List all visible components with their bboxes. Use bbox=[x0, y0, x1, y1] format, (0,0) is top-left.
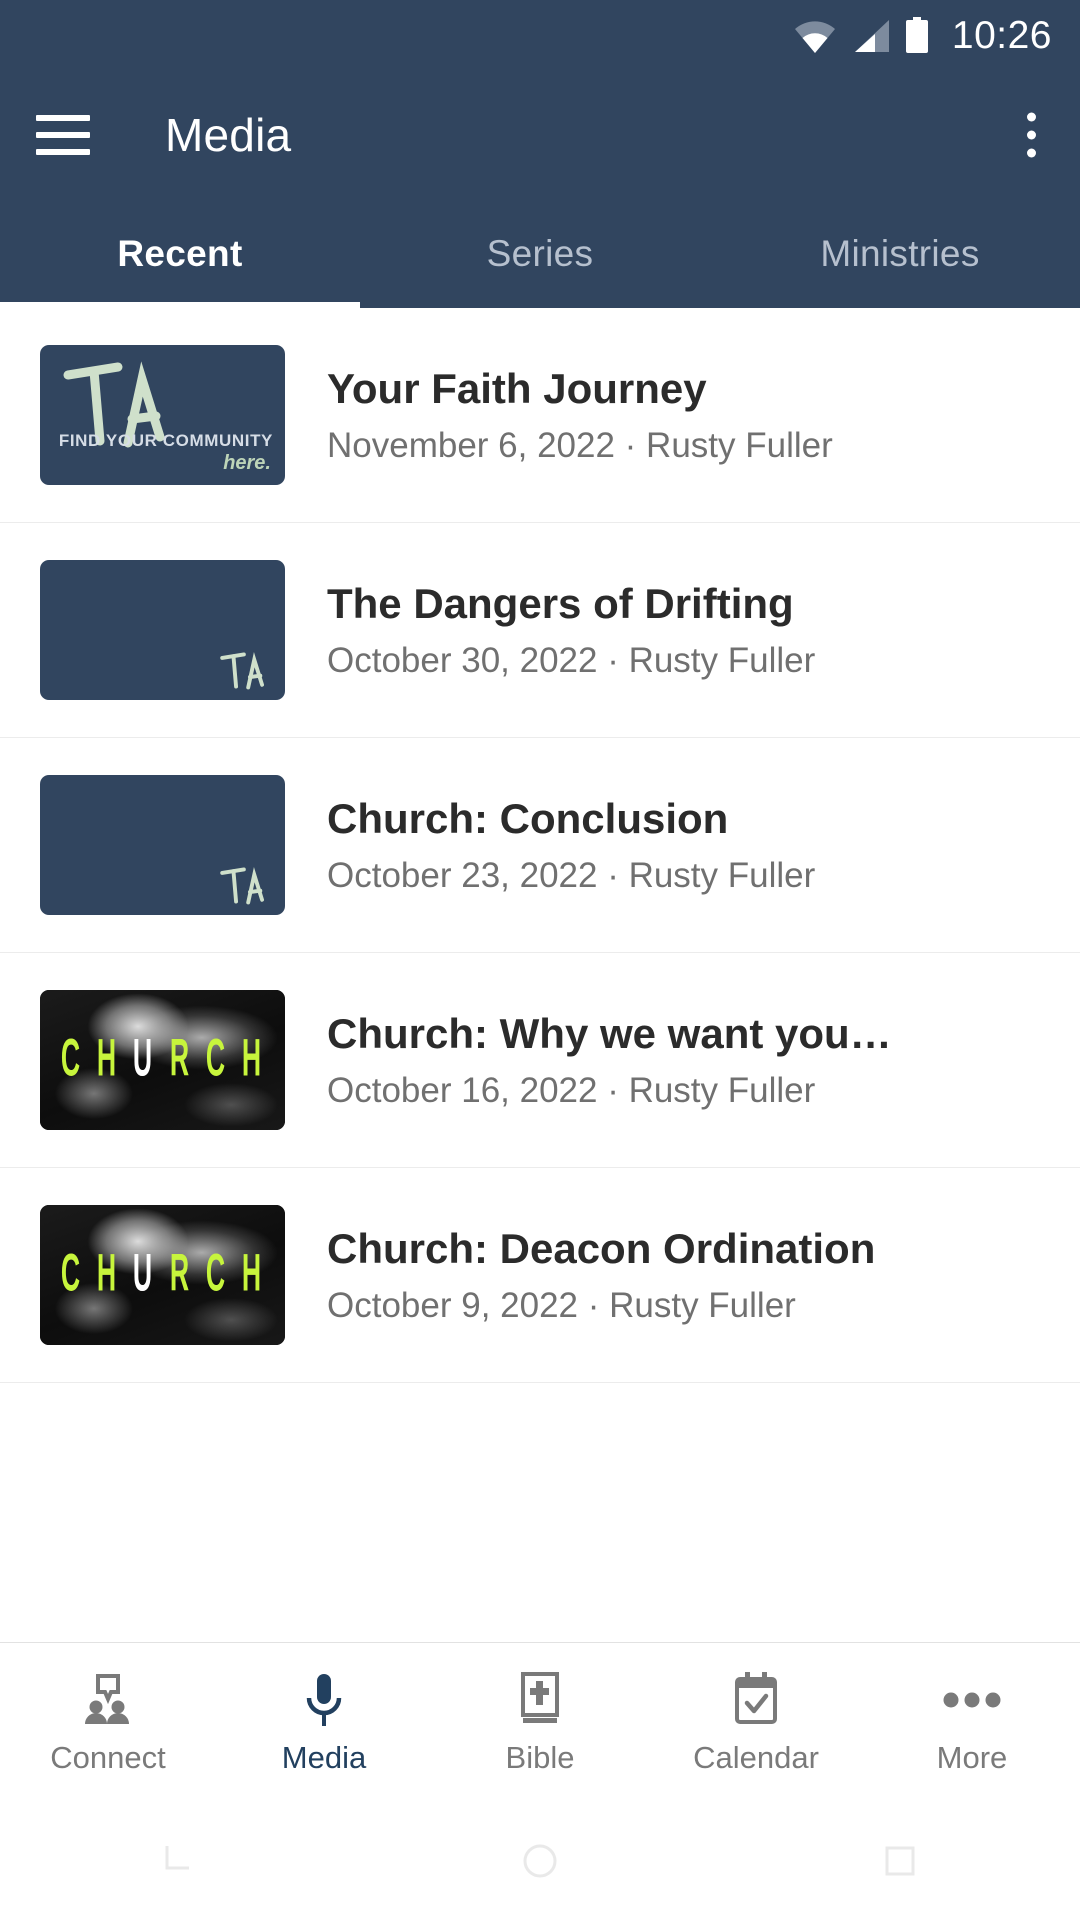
ta-logo-icon bbox=[220, 867, 265, 905]
list-item[interactable]: FIND YOUR COMMUNITY here. Your Faith Jou… bbox=[0, 308, 1080, 523]
list-item-subtitle: October 30, 2022 · Rusty Fuller bbox=[327, 641, 816, 681]
thumbnail-tagline-script: here. bbox=[223, 452, 271, 474]
list-item[interactable]: The Dangers of Drifting October 30, 2022… bbox=[0, 523, 1080, 738]
list-item-subtitle: October 23, 2022 · Rusty Fuller bbox=[327, 856, 816, 896]
tab-label: Ministries bbox=[820, 233, 980, 274]
tab-series[interactable]: Series bbox=[360, 200, 720, 308]
thumbnail-ta-small bbox=[40, 560, 285, 700]
android-home-icon[interactable] bbox=[517, 1838, 563, 1884]
thumbnail-church-art: CHURCH bbox=[40, 1205, 285, 1345]
nav-label: More bbox=[936, 1740, 1008, 1775]
list-item-subtitle: October 16, 2022 · Rusty Fuller bbox=[327, 1071, 816, 1111]
status-bar: 10:26 bbox=[0, 0, 1080, 70]
thumbnail-ta-small bbox=[40, 775, 285, 915]
list-item-title: Church: Deacon Ordination bbox=[327, 1224, 876, 1272]
calendar-check-icon bbox=[732, 1672, 780, 1728]
hamburger-menu-icon[interactable] bbox=[36, 115, 90, 155]
list-item[interactable]: Church: Conclusion October 23, 2022 · Ru… bbox=[0, 738, 1080, 953]
list-item-text: Church: Why we want you… October 16, 202… bbox=[327, 1009, 1040, 1112]
microphone-icon bbox=[302, 1672, 346, 1728]
app-bar: Media bbox=[0, 70, 1080, 200]
battery-full-icon bbox=[905, 17, 928, 53]
nav-label: Bible bbox=[505, 1740, 575, 1775]
list-item-text: Your Faith Journey November 6, 2022 · Ru… bbox=[327, 364, 1040, 467]
tab-label: Series bbox=[486, 233, 594, 274]
list-item-title: Church: Conclusion bbox=[327, 794, 729, 842]
android-back-icon[interactable] bbox=[157, 1838, 203, 1884]
android-recents-icon[interactable] bbox=[877, 1838, 923, 1884]
church-wordmark: CHURCH bbox=[61, 1244, 264, 1303]
tab-ministries[interactable]: Ministries bbox=[720, 200, 1080, 308]
nav-label: Calendar bbox=[693, 1740, 819, 1775]
tab-label: Recent bbox=[117, 233, 243, 274]
list-item-text: Church: Conclusion October 23, 2022 · Ru… bbox=[327, 794, 1040, 897]
nav-label: Connect bbox=[50, 1740, 166, 1775]
overflow-menu-icon[interactable] bbox=[1027, 112, 1036, 158]
thumbnail-tagline: FIND YOUR COMMUNITY bbox=[58, 431, 273, 450]
more-dots-icon bbox=[942, 1672, 1002, 1728]
list-item-title: Your Faith Journey bbox=[327, 364, 707, 412]
nav-item-bible[interactable]: Bible bbox=[432, 1672, 648, 1773]
list-item-text: The Dangers of Drifting October 30, 2022… bbox=[327, 579, 1040, 682]
list-item-subtitle: October 9, 2022 · Rusty Fuller bbox=[327, 1286, 796, 1326]
ta-logo-icon bbox=[220, 652, 265, 690]
android-system-nav bbox=[0, 1802, 1080, 1920]
status-icons bbox=[794, 17, 930, 53]
thumbnail-church-art: CHURCH bbox=[40, 990, 285, 1130]
bible-book-icon bbox=[518, 1672, 562, 1728]
nav-item-calendar[interactable]: Calendar bbox=[648, 1672, 864, 1773]
cell-signal-icon bbox=[854, 20, 889, 52]
status-clock: 10:26 bbox=[951, 13, 1052, 57]
list-item[interactable]: CHURCH Church: Deacon Ordination October… bbox=[0, 1168, 1080, 1383]
list-item[interactable]: CHURCH Church: Why we want you… October … bbox=[0, 953, 1080, 1168]
nav-label: Media bbox=[281, 1740, 367, 1775]
connect-people-icon bbox=[81, 1672, 135, 1728]
bottom-navigation-bar: Connect Media Bible Calendar More bbox=[0, 1642, 1080, 1802]
church-wordmark: CHURCH bbox=[61, 1029, 264, 1088]
list-item-title: The Dangers of Drifting bbox=[327, 579, 794, 627]
wifi-icon bbox=[794, 21, 835, 53]
nav-item-media[interactable]: Media bbox=[216, 1672, 432, 1773]
nav-item-more[interactable]: More bbox=[864, 1672, 1080, 1773]
tab-recent[interactable]: Recent bbox=[0, 200, 360, 308]
page-title: Media bbox=[165, 109, 292, 161]
nav-item-connect[interactable]: Connect bbox=[0, 1672, 216, 1773]
list-item-subtitle: November 6, 2022 · Rusty Fuller bbox=[327, 426, 833, 466]
tab-bar: Recent Series Ministries bbox=[0, 200, 1080, 308]
list-item-title: Church: Why we want you… bbox=[327, 1009, 892, 1057]
thumbnail-ta-full: FIND YOUR COMMUNITY here. bbox=[40, 345, 285, 485]
list-item-text: Church: Deacon Ordination October 9, 202… bbox=[327, 1224, 1040, 1327]
